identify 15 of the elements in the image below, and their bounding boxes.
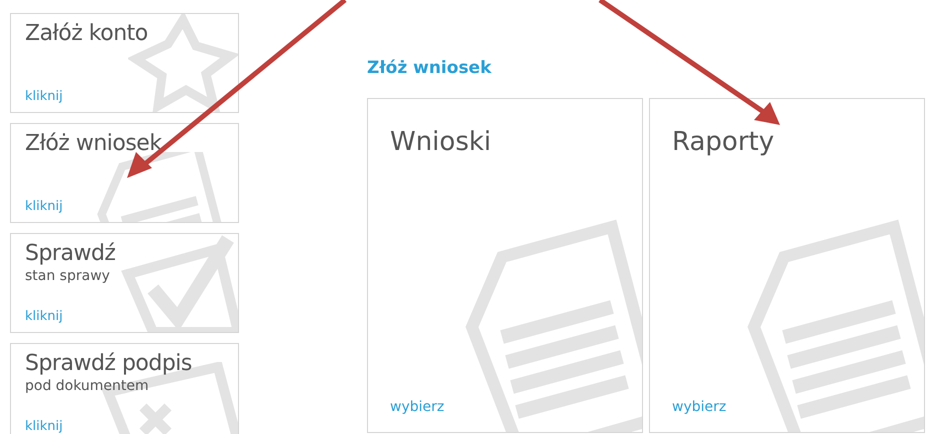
tile-title: Wnioski xyxy=(390,126,492,158)
side-tile[interactable]: Złóż wniosek kliknij xyxy=(10,123,239,223)
side-tile[interactable]: Sprawdź podpis pod dokumentem kliknij xyxy=(10,343,239,434)
option-tile[interactable]: Raporty wybierz xyxy=(649,98,925,432)
tile-subtitle: stan sprawy xyxy=(25,268,111,284)
side-tile[interactable]: Załóż konto kliknij xyxy=(10,13,239,113)
tile-title: Załóż konto xyxy=(25,20,149,48)
tile-title: Raporty xyxy=(672,126,776,158)
section-heading: Złóż wniosek xyxy=(367,57,492,80)
option-tile[interactable]: Wnioski wybierz xyxy=(367,98,643,432)
tile-title: Sprawdź podpis xyxy=(25,350,193,378)
tile-title: Sprawdź xyxy=(25,240,116,268)
tile-title: Złóż wniosek xyxy=(25,130,163,158)
tile-subtitle: pod dokumentem xyxy=(25,378,150,394)
side-tile[interactable]: Sprawdź stan sprawy kliknij xyxy=(10,233,239,333)
